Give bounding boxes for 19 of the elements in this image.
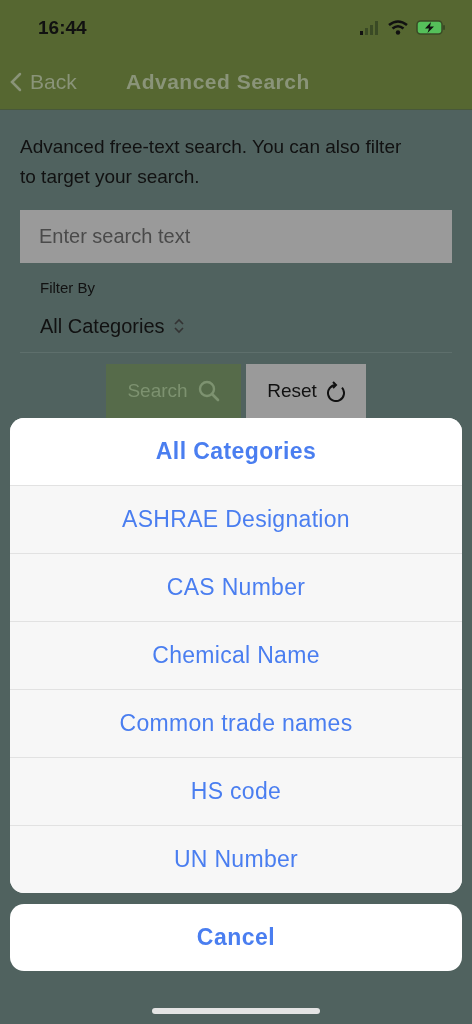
sheet-option[interactable]: UN Number: [10, 825, 462, 893]
category-dropdown[interactable]: All Categories: [40, 314, 185, 338]
battery-charging-icon: [416, 20, 446, 35]
signal-icon: [360, 20, 380, 35]
search-icon: [197, 380, 220, 402]
home-indicator[interactable]: [152, 1008, 320, 1014]
wifi-icon: [388, 20, 408, 35]
search-field[interactable]: Enter search text: [20, 210, 452, 263]
cancel-button[interactable]: Cancel: [10, 904, 462, 971]
screen-title: Advanced Search: [126, 70, 310, 94]
intro-text: Advanced free-text search. You can also filter to target your search.: [20, 135, 403, 189]
back-button[interactable]: Back: [10, 70, 126, 94]
back-chevron-icon: [10, 72, 22, 92]
status-time: 16:44: [38, 16, 87, 39]
refresh-icon: [326, 380, 345, 402]
reset-button[interactable]: Reset: [246, 364, 366, 418]
filter-label: Filter By: [40, 279, 95, 296]
sheet-title: All Categories: [10, 418, 462, 485]
up-down-chevron-icon: [172, 318, 185, 334]
